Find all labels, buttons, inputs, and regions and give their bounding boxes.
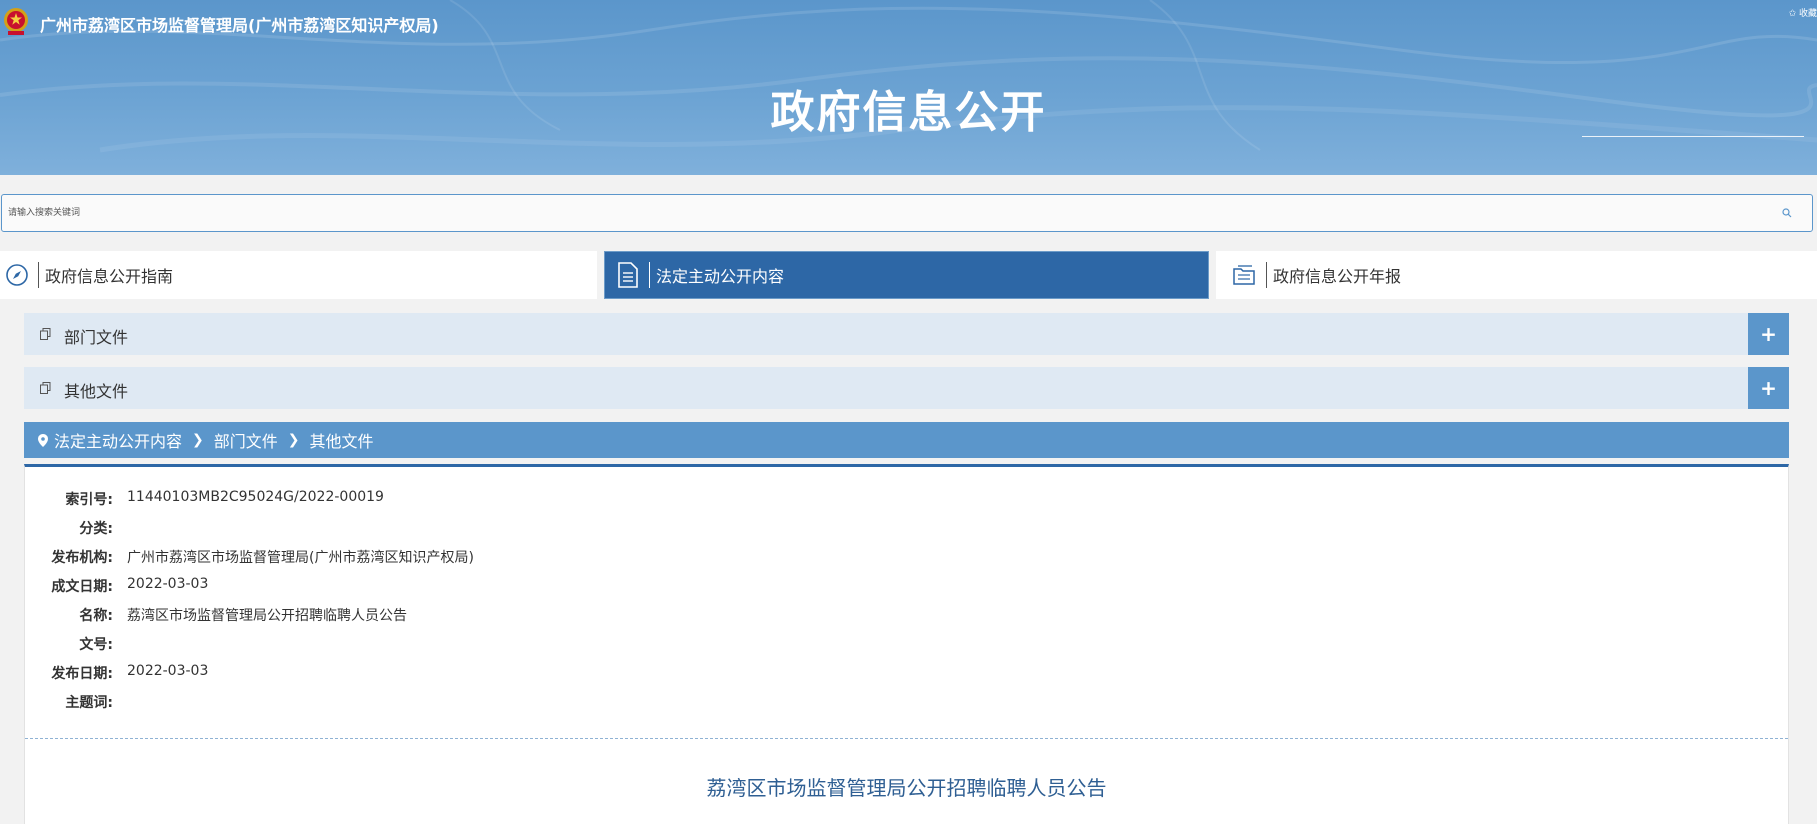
tab-separator [649, 262, 650, 288]
search-box [1, 194, 1813, 232]
meta-key: 索引号: [65, 492, 113, 508]
breadcrumb-item[interactable]: 部门文件 [214, 428, 278, 452]
tab-label: 政府信息公开年报 [1273, 267, 1402, 286]
meta-value: 广州市荔湾区市场监督管理局(广州市荔湾区知识产权局) [127, 550, 474, 566]
tab-annual-report[interactable]: 政府信息公开年报 [1216, 251, 1817, 299]
compass-icon [0, 260, 34, 290]
expand-button[interactable]: + [1748, 313, 1789, 355]
banner-divider [1582, 136, 1804, 137]
dashed-divider [25, 738, 1788, 739]
document-icon [611, 260, 645, 290]
meta-key: 名称: [79, 608, 113, 624]
meta-key: 成文日期: [51, 579, 113, 595]
meta-value: 11440103MB2C95024G/2022-00019 [127, 489, 384, 505]
tab-label: 法定主动公开内容 [656, 267, 785, 286]
meta-value: 2022-03-03 [127, 576, 209, 592]
tab-guide[interactable]: 政府信息公开指南 [0, 251, 597, 299]
accordion-label: 部门文件 [64, 328, 129, 347]
chevron-right-icon: ❯ [192, 432, 204, 448]
folder-icon [1228, 260, 1262, 290]
expand-button[interactable]: + [1748, 367, 1789, 409]
document-title: 荔湾区市场监督管理局公开招聘临聘人员公告 [706, 776, 1107, 800]
meta-key: 主题词: [65, 695, 113, 711]
org-title[interactable]: 广州市荔湾区市场监督管理局(广州市荔湾区知识产权局) [40, 12, 439, 36]
tab-separator [1266, 262, 1267, 288]
meta-key: 文号: [79, 637, 113, 653]
meta-value: 荔湾区市场监督管理局公开招聘临聘人员公告 [127, 608, 407, 624]
meta-key: 发布机构: [51, 550, 113, 566]
accordion-label: 其他文件 [64, 382, 129, 401]
meta-value: 2022-03-03 [127, 663, 209, 679]
file-stack-icon [40, 382, 51, 394]
meta-key: 分类: [79, 521, 113, 537]
document-panel: 索引号: 11440103MB2C95024G/2022-00019 分类: 发… [24, 464, 1789, 824]
favorite-link[interactable]: ✩ 收藏 [1789, 6, 1817, 19]
accordion-dept-files[interactable]: 部门文件 + [24, 313, 1789, 355]
tab-separator [38, 262, 39, 288]
breadcrumb-item[interactable]: 其他文件 [310, 428, 374, 452]
header-banner: 广州市荔湾区市场监督管理局(广州市荔湾区知识产权局) ✩ 收藏 政府信息公开 [0, 0, 1817, 175]
tab-label: 政府信息公开指南 [45, 267, 174, 286]
page-title: 政府信息公开 [770, 87, 1047, 138]
location-pin-icon [38, 433, 48, 447]
nav-tabs: 政府信息公开指南 法定主动公开内容 政府信息公开年报 [0, 251, 1817, 299]
search-input[interactable] [8, 203, 1768, 223]
breadcrumb-item[interactable]: 法定主动公开内容 [54, 428, 182, 452]
national-emblem-icon [4, 8, 28, 35]
accordion-other-files[interactable]: 其他文件 + [24, 367, 1789, 409]
chevron-right-icon: ❯ [287, 432, 300, 448]
breadcrumb: 法定主动公开内容 ❯ 部门文件 ❯ 其他文件 [24, 422, 1789, 458]
file-stack-icon [40, 328, 51, 340]
search-icon[interactable] [1782, 208, 1792, 218]
meta-key: 发布日期: [51, 666, 113, 682]
tab-public-content[interactable]: 法定主动公开内容 [604, 251, 1209, 299]
